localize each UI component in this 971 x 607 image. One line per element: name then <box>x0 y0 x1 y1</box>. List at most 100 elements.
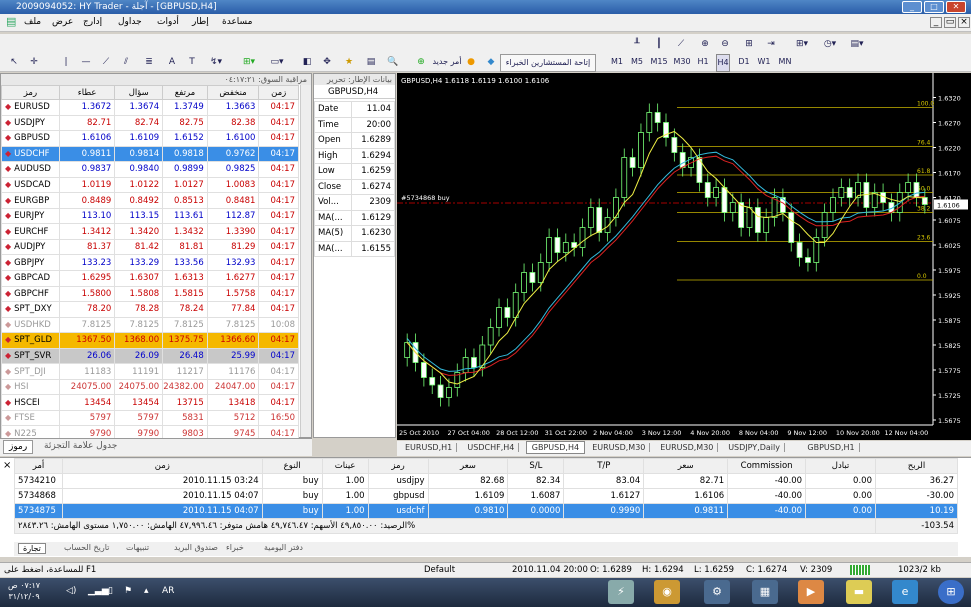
metaeditor-icon[interactable]: ● <box>464 54 478 70</box>
strategy-tester-icon[interactable]: 🔍 <box>386 54 400 70</box>
market-watch-row[interactable]: ◆ AUDUSD 0.9837 0.9840 0.9899 0.9825 04:17 <box>1 161 299 178</box>
periods-icon[interactable]: ◷▾ <box>820 36 840 52</box>
mdi-restore-button[interactable]: ▭ <box>944 17 956 28</box>
menu-tools[interactable]: أدوات <box>157 17 179 27</box>
trader-app-icon[interactable]: ⚡ <box>608 580 634 604</box>
tile-windows-icon[interactable]: ⊞ <box>742 36 756 52</box>
new-chart-icon[interactable]: ⊞▾ <box>238 54 260 70</box>
tf-h1[interactable]: H1 <box>696 54 710 70</box>
tab-symbols[interactable]: رموز <box>3 440 34 454</box>
chart-tab[interactable]: EURUSD,H1 <box>401 443 458 452</box>
media-player-icon[interactable]: ▶ <box>798 580 824 604</box>
internet-explorer-icon[interactable]: e <box>892 580 918 604</box>
text-icon[interactable]: A <box>166 54 178 70</box>
vertical-line-icon[interactable]: | <box>60 54 72 70</box>
menu-help[interactable]: مساعدة <box>222 17 252 27</box>
tf-h4[interactable]: H4 <box>716 54 730 72</box>
tf-m1[interactable]: M1 <box>610 54 624 70</box>
terminal-tab[interactable]: تجارة <box>18 543 46 554</box>
terminal-close-icon[interactable]: × <box>3 460 11 471</box>
chart-tab[interactable]: GBPUSD,H1 <box>803 443 860 452</box>
hy-trader-taskbar-icon[interactable]: ◉ <box>654 580 680 604</box>
templates-icon[interactable]: ▤▾ <box>846 36 868 52</box>
market-watch-row[interactable]: ◆ GBPJPY 133.23 133.29 133.56 132.93 04:17 <box>1 254 299 272</box>
market-watch-row[interactable]: ◆ EURGBP 0.8489 0.8492 0.8513 0.8481 04:17 <box>1 192 299 209</box>
terminal-icon[interactable]: ▤ <box>364 54 378 70</box>
trendline-icon[interactable]: ⟋ <box>100 54 112 70</box>
tf-mn[interactable]: MN <box>777 54 793 70</box>
chart-tab[interactable]: EURUSD,M30 <box>656 443 719 452</box>
maximize-button[interactable]: □ <box>924 1 944 13</box>
minimize-button[interactable]: _ <box>902 1 922 13</box>
terminal-col[interactable]: عينات <box>321 458 369 474</box>
market-watch-row[interactable]: ◆ SPT_DJI 11183 11191 11217 11176 04:17 <box>1 363 299 380</box>
volume-icon[interactable]: ◁) <box>66 586 76 596</box>
market-watch-row[interactable]: ◆ FTSE 5797 5797 5831 5712 16:50 <box>1 409 299 427</box>
expert-advisors-icon[interactable]: ◆ <box>484 54 498 70</box>
tf-m30[interactable]: M30 <box>673 54 691 70</box>
start-button[interactable]: ⊞ <box>938 580 964 604</box>
tf-w1[interactable]: W1 <box>757 54 771 70</box>
market-watch-row[interactable]: ◆ EURUSD 1.3672 1.3674 1.3749 1.3663 04:17 <box>1 99 299 116</box>
price-chart[interactable]: GBPUSD,H4 1.6118 1.6119 1.6100 1.6106 1.6… <box>397 73 971 440</box>
col-bid[interactable]: عطاء <box>58 85 116 100</box>
market-watch-row[interactable]: ◆ USDJPY 82.71 82.74 82.75 82.38 04:17 <box>1 114 299 132</box>
market-watch-row[interactable]: ◆ GBPUSD 1.6106 1.6109 1.6152 1.6100 04:17 <box>1 130 299 147</box>
col-ask[interactable]: سؤال <box>114 85 164 100</box>
cursor-icon[interactable]: ↖ <box>8 54 20 70</box>
market-watch-row[interactable]: ◆ USDHKD 7.8125 7.8125 7.8125 7.8125 10:08 <box>1 316 299 334</box>
data-window-icon[interactable]: ✥ <box>320 54 334 70</box>
menu-view[interactable]: عرض <box>52 17 73 27</box>
market-watch-row[interactable]: ◆ GBPCHF 1.5800 1.5808 1.5815 1.5758 04:17 <box>1 285 299 303</box>
col-time[interactable]: زمن <box>258 85 299 100</box>
navigator-icon[interactable]: ★ <box>342 54 356 70</box>
network-app-icon[interactable]: ⚙ <box>704 580 730 604</box>
horizontal-line-icon[interactable]: — <box>80 54 92 70</box>
text-label-icon[interactable]: T <box>186 54 198 70</box>
market-watch-row[interactable]: ◆ GBPCAD 1.6295 1.6307 1.6313 1.6277 04:17 <box>1 270 299 287</box>
market-watch-row[interactable]: ◆ SPT_GLD 1367.50 1368.00 1375.75 1366.60 04:1… <box>1 332 299 349</box>
flag-icon[interactable]: ⚑ <box>124 586 132 596</box>
new-order-icon[interactable]: ⊕ <box>414 54 428 70</box>
terminal-col[interactable]: زمن <box>61 458 263 474</box>
channel-icon[interactable]: ⫽ <box>120 54 132 70</box>
crosshair-icon[interactable]: ✛ <box>28 54 40 70</box>
terminal-col[interactable]: تبادل <box>805 458 876 474</box>
zoom-out-icon[interactable]: ⊖ <box>718 36 732 52</box>
terminal-tab[interactable]: تاريخ الحساب <box>64 543 109 552</box>
terminal-col[interactable]: الربح <box>874 458 959 474</box>
line-chart-icon[interactable]: ⟋ <box>674 36 688 52</box>
tf-m5[interactable]: M5 <box>630 54 644 70</box>
market-watch-row[interactable]: ◆ HSI 24075.00 24075.00 24382.00 24047.00 04:1… <box>1 378 299 396</box>
market-watch-row[interactable]: ◆ EURJPY 113.10 113.15 113.61 112.87 04:17 <box>1 207 299 225</box>
col-high[interactable]: مرتفع <box>162 85 208 100</box>
tab-tick-chart[interactable]: جدول علامة التجزئة <box>44 441 117 451</box>
chart-tab[interactable]: USDCHF,H4 <box>463 443 520 452</box>
order-row[interactable]: 5734210 2010.11.15 03:24 buy 1.00 usdjpy 82.6… <box>14 473 959 489</box>
terminal-col[interactable]: رمز <box>367 458 429 474</box>
market-watch-row[interactable]: ◆ HSCEI 13454 13454 13715 13418 04:17 <box>1 394 299 411</box>
terminal-col[interactable]: النوع <box>261 458 323 474</box>
calculator-icon[interactable]: ▦ <box>752 580 778 604</box>
menu-insert[interactable]: إدارج <box>83 17 102 27</box>
tf-m15[interactable]: M15 <box>650 54 668 70</box>
market-watch-row[interactable]: ◆ SPT_DXY 78.20 78.28 78.24 77.84 04:17 <box>1 301 299 318</box>
terminal-col[interactable]: سعر <box>427 458 509 474</box>
terminal-tab[interactable]: تنبيهات <box>126 543 149 552</box>
menu-file[interactable]: ملف <box>24 17 41 27</box>
zoom-in-icon[interactable]: ⊕ <box>698 36 712 52</box>
close-button[interactable]: ✕ <box>946 1 966 13</box>
mdi-close-button[interactable]: × <box>958 17 970 28</box>
chart-canvas[interactable]: GBPUSD,H4 1.6118 1.6119 1.6100 1.6106 1.6… <box>397 73 971 440</box>
chart-tab[interactable]: EURUSD,M30 <box>588 443 651 452</box>
chart-tab[interactable]: GBPUSD,H4 <box>525 441 586 454</box>
market-watch-row[interactable]: ◆ EURCHF 1.3412 1.3420 1.3432 1.3390 04:17 <box>1 223 299 240</box>
menu-charts[interactable]: جداول <box>118 17 142 27</box>
order-row[interactable]: 5734868 2010.11.15 04:07 buy 1.00 gbpusd 1.61… <box>14 488 959 504</box>
expert-advisors-button[interactable]: إتاحة المستشارين الخبراء <box>500 54 596 72</box>
terminal-col[interactable]: S/L <box>507 458 565 474</box>
market-watch-icon[interactable]: ◧ <box>300 54 314 70</box>
fibonacci-icon[interactable]: ≣ <box>142 54 156 70</box>
terminal-tab[interactable]: خبراء <box>226 543 244 552</box>
terminal-tab[interactable]: دفتر اليومية <box>264 543 303 552</box>
